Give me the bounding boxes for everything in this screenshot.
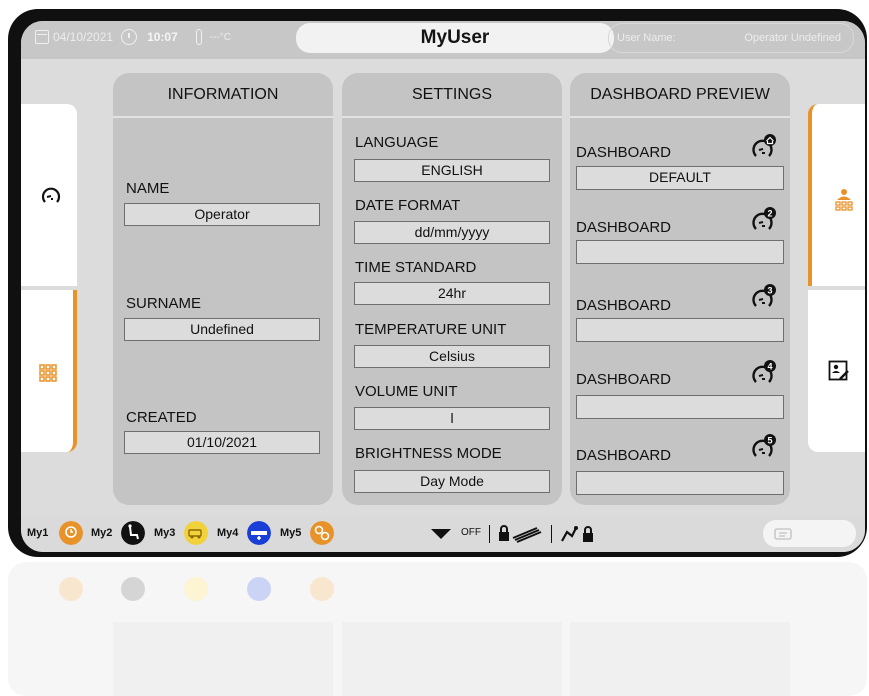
dashboard-home-gauge-icon[interactable] xyxy=(752,133,778,159)
svg-text:3: 3 xyxy=(767,286,772,296)
time-text: 10:07 xyxy=(147,30,178,44)
volume-unit-select[interactable]: l xyxy=(354,407,550,430)
temperature-unit-select[interactable]: Celsius xyxy=(354,345,550,368)
time-standard-select[interactable]: 24hr xyxy=(354,282,550,305)
name-label: NAME xyxy=(126,180,170,197)
divider xyxy=(489,525,490,543)
my2-seat-icon[interactable] xyxy=(121,521,145,545)
my2-label: My2 xyxy=(91,527,113,539)
created-label: CREATED xyxy=(126,409,197,426)
user-dashboard-icon xyxy=(835,189,853,211)
date-time-group: 04/10/2021 10:07 ---°C xyxy=(35,29,231,45)
device-frame: 04/10/2021 10:07 ---°C MyUser User Name:… xyxy=(8,9,867,557)
my1-timer-icon[interactable] xyxy=(59,521,83,545)
tab-gauge[interactable] xyxy=(21,104,77,286)
information-panel: INFORMATION NAME Operator SURNAME Undefi… xyxy=(113,73,333,505)
tab-grid[interactable] xyxy=(21,290,77,452)
gauge-icon xyxy=(41,187,61,203)
volume-unit-label: VOLUME UNIT xyxy=(355,383,458,400)
my4-hydraulic-icon[interactable] xyxy=(247,521,271,545)
machine-status-icon xyxy=(774,528,792,540)
my3-label: My3 xyxy=(154,527,176,539)
dashboard-preview-panel: DASHBOARD PREVIEW DASHBOARD DEFAULT DASH… xyxy=(570,73,790,505)
user-name-value: Operator Undefined xyxy=(744,32,841,44)
dashboard-4-field[interactable] xyxy=(576,395,784,419)
tab-my-user[interactable] xyxy=(808,104,865,286)
user-edit-icon xyxy=(828,360,849,381)
tab-user-edit[interactable] xyxy=(808,290,865,452)
dashboard-3-field[interactable] xyxy=(576,318,784,342)
time-standard-label: TIME STANDARD xyxy=(355,259,477,276)
svg-text:5: 5 xyxy=(767,436,772,446)
information-heading: INFORMATION xyxy=(113,73,333,118)
divider xyxy=(551,525,552,543)
surname-label: SURNAME xyxy=(126,295,202,312)
dashboard-1-label: DASHBOARD xyxy=(576,144,672,161)
reflection xyxy=(8,562,867,696)
bottom-bar: My1 My2 My3 My4 My5 OFF xyxy=(21,517,865,552)
language-label: LANGUAGE xyxy=(355,134,439,151)
user-name-display: User Name: Operator Undefined xyxy=(608,23,854,53)
created-field: 01/10/2021 xyxy=(124,431,320,454)
status-indicator-area xyxy=(763,520,856,547)
page-title: MyUser xyxy=(296,23,614,53)
operator-lock-icon[interactable] xyxy=(559,524,597,544)
top-status-bar: 04/10/2021 10:07 ---°C MyUser User Name:… xyxy=(21,21,865,59)
date-format-select[interactable]: dd/mm/yyyy xyxy=(354,221,550,244)
dashboard-5-label: DASHBOARD xyxy=(576,447,672,464)
temperature-unit-label: TEMPERATURE UNIT xyxy=(355,321,507,338)
my5-settings-icon[interactable] xyxy=(310,521,334,545)
grid-icon xyxy=(39,364,57,382)
lock-vehicle-icon[interactable] xyxy=(497,524,545,544)
dashboard-preview-heading: DASHBOARD PREVIEW xyxy=(570,73,790,118)
date-text: 04/10/2021 xyxy=(53,30,114,44)
brightness-mode-select[interactable]: Day Mode xyxy=(354,470,550,493)
settings-panel: SETTINGS LANGUAGE ENGLISH DATE FORMAT dd… xyxy=(342,73,562,505)
dashboard-4-label: DASHBOARD xyxy=(576,371,672,388)
my5-label: My5 xyxy=(280,527,302,539)
svg-text:2: 2 xyxy=(767,209,772,219)
date-format-label: DATE FORMAT xyxy=(355,197,461,214)
settings-heading: SETTINGS xyxy=(342,73,562,118)
dashboard-2-label: DASHBOARD xyxy=(576,219,672,236)
my1-label: My1 xyxy=(27,527,49,539)
name-field[interactable]: Operator xyxy=(124,203,320,226)
user-name-label: User Name: xyxy=(617,32,676,44)
dashboard-5-field[interactable] xyxy=(576,471,784,495)
language-select[interactable]: ENGLISH xyxy=(354,159,550,182)
dashboard-2-field[interactable] xyxy=(576,240,784,264)
my3-vehicle-icon[interactable] xyxy=(184,521,208,545)
svg-text:4: 4 xyxy=(767,362,772,372)
dashboard-3-gauge-icon[interactable]: 3 xyxy=(752,283,778,309)
my4-label: My4 xyxy=(217,527,239,539)
temperature-text: ---°C xyxy=(209,31,231,43)
dashboard-4-gauge-icon[interactable]: 4 xyxy=(752,359,778,385)
clock-icon xyxy=(121,29,138,45)
dashboard-1-field[interactable]: DEFAULT xyxy=(576,166,784,190)
pto-status: OFF xyxy=(461,527,481,538)
screen: 04/10/2021 10:07 ---°C MyUser User Name:… xyxy=(21,21,865,552)
surname-field[interactable]: Undefined xyxy=(124,318,320,341)
dashboard-2-gauge-icon[interactable]: 2 xyxy=(752,206,778,232)
thermometer-icon xyxy=(195,29,202,45)
pto-icon[interactable] xyxy=(429,526,453,542)
dashboard-3-label: DASHBOARD xyxy=(576,297,672,314)
dashboard-5-gauge-icon[interactable]: 5 xyxy=(752,433,778,459)
brightness-mode-label: BRIGHTNESS MODE xyxy=(355,445,502,462)
calendar-icon xyxy=(35,30,49,44)
